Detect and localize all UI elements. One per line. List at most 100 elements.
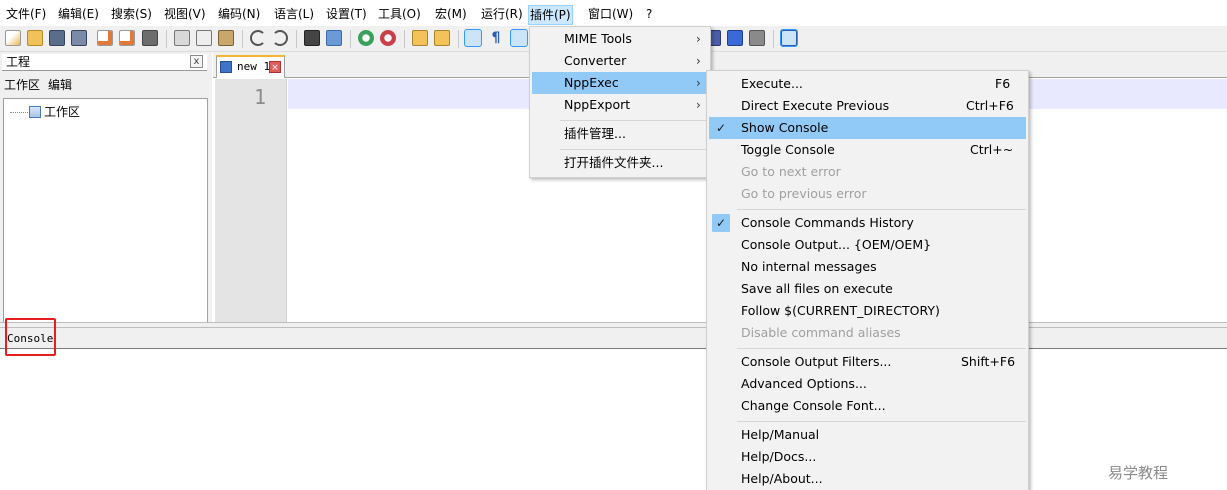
- workspace-icon: [29, 106, 41, 118]
- menu-item-shortcut: Ctrl+~: [970, 142, 1014, 157]
- project-panel-title-text: 工程: [6, 55, 31, 69]
- menu-item-label: Save all files on execute: [741, 281, 893, 296]
- menu-item-advanced-options[interactable]: Advanced Options...: [709, 373, 1026, 395]
- console-toggle-icon[interactable]: [780, 29, 798, 47]
- toolbar-separator: [404, 30, 405, 48]
- menu-item-label: MIME Tools: [564, 31, 632, 46]
- menu-item-go-to-previous-error: Go to previous error: [709, 183, 1026, 205]
- menu-item-label: Execute...: [741, 76, 803, 91]
- menu-item-show-console[interactable]: ✓ Show Console: [709, 117, 1026, 139]
- new-file-icon[interactable]: [5, 30, 21, 46]
- menu-settings[interactable]: 设置(T): [326, 4, 367, 24]
- paste-icon[interactable]: [218, 30, 234, 46]
- chevron-right-icon: ›: [696, 98, 701, 112]
- menu-item-help-about[interactable]: Help/About...: [709, 468, 1026, 490]
- print-icon[interactable]: [142, 30, 158, 46]
- menu-search[interactable]: 搜索(S): [111, 4, 152, 24]
- playback-icon[interactable]: [727, 30, 743, 46]
- menu-item-console-commands-history[interactable]: ✓ Console Commands History: [709, 212, 1026, 234]
- menu-tools[interactable]: 工具(O): [378, 4, 421, 24]
- menu-item-console-output[interactable]: Console Output... {OEM/OEM}: [709, 234, 1026, 256]
- menu-item-shortcut: Shift+F6: [961, 354, 1016, 369]
- menu-item-save-all-files[interactable]: Save all files on execute: [709, 278, 1026, 300]
- zoom-out-icon[interactable]: [380, 30, 396, 46]
- menu-bar: 文件(F) 编辑(E) 搜索(S) 视图(V) 编码(N) 语言(L) 设置(T…: [0, 0, 1227, 26]
- menu-item-label: No internal messages: [741, 259, 877, 274]
- menu-item-disable-command-aliases: Disable command aliases: [709, 322, 1026, 344]
- menu-item-label: NppExport: [564, 97, 631, 112]
- save-macro-icon[interactable]: [749, 30, 765, 46]
- menu-item-nppexport[interactable]: NppExport ›: [532, 94, 708, 116]
- menu-item-label: Change Console Font...: [741, 398, 886, 413]
- menu-item-label: NppExec: [564, 75, 619, 90]
- project-menu-workspace[interactable]: 工作区: [4, 77, 40, 93]
- menu-file[interactable]: 文件(F): [6, 4, 46, 24]
- redo-icon[interactable]: [272, 30, 288, 46]
- console-output[interactable]: [0, 350, 1227, 490]
- menu-item-toggle-console[interactable]: Toggle Console Ctrl+~: [709, 139, 1026, 161]
- toolbar-separator: [773, 30, 774, 48]
- menu-item-open-plugin-folder[interactable]: 打开插件文件夹...: [532, 152, 708, 174]
- menu-view[interactable]: 视图(V): [164, 4, 206, 24]
- menu-item-label: Help/Docs...: [741, 449, 817, 464]
- menu-item-label: 打开插件文件夹...: [564, 155, 664, 170]
- menu-edit[interactable]: 编辑(E): [58, 4, 99, 24]
- checkmark-icon: ✓: [712, 214, 730, 232]
- menu-run[interactable]: 运行(R): [481, 4, 523, 24]
- menu-item-label: Toggle Console: [741, 142, 835, 157]
- undo-icon[interactable]: [250, 30, 266, 46]
- sync-vertical-icon[interactable]: [412, 30, 428, 46]
- project-menu-edit[interactable]: 编辑: [48, 77, 72, 93]
- close-all-icon[interactable]: [119, 30, 135, 46]
- toolbar-separator: [296, 30, 297, 48]
- menu-item-label: 插件管理...: [564, 126, 626, 141]
- close-icon[interactable]: ×: [269, 61, 281, 73]
- menu-language[interactable]: 语言(L): [274, 4, 314, 24]
- toolbar-separator: [242, 30, 243, 48]
- close-icon[interactable]: x: [190, 55, 203, 68]
- pilcrow-icon[interactable]: ¶: [488, 30, 504, 46]
- menu-item-plugin-admin[interactable]: 插件管理...: [532, 123, 708, 145]
- cut-icon[interactable]: [174, 30, 190, 46]
- open-file-icon[interactable]: [27, 30, 43, 46]
- menu-item-converter[interactable]: Converter ›: [532, 50, 708, 72]
- menu-item-mime-tools[interactable]: MIME Tools ›: [532, 28, 708, 50]
- menu-macro[interactable]: 宏(M): [435, 4, 467, 24]
- menu-item-change-console-font[interactable]: Change Console Font...: [709, 395, 1026, 417]
- copy-icon[interactable]: [196, 30, 212, 46]
- menu-plugins[interactable]: 插件(P): [528, 5, 573, 25]
- menu-window[interactable]: 窗口(W): [588, 4, 633, 24]
- chevron-right-icon: ›: [696, 32, 701, 46]
- menu-item-nppexec[interactable]: NppExec ›: [532, 72, 708, 94]
- menu-item-direct-execute-previous[interactable]: Direct Execute Previous Ctrl+F6: [709, 95, 1026, 117]
- indent-guide-icon[interactable]: [510, 29, 528, 47]
- plugins-menu: MIME Tools › Converter › NppExec › NppEx…: [529, 26, 711, 178]
- zoom-in-icon[interactable]: [358, 30, 374, 46]
- tab-new-1[interactable]: new 1 ×: [216, 55, 285, 78]
- menu-item-label: Console Output... {OEM/OEM}: [741, 237, 932, 252]
- menu-encoding[interactable]: 编码(N): [218, 4, 260, 24]
- menu-item-shortcut: F6: [995, 76, 1011, 91]
- menu-item-follow-current-directory[interactable]: Follow $(CURRENT_DIRECTORY): [709, 300, 1026, 322]
- menu-item-help-manual[interactable]: Help/Manual: [709, 424, 1026, 446]
- menu-help[interactable]: ?: [646, 4, 652, 24]
- save-icon[interactable]: [49, 30, 65, 46]
- find-icon[interactable]: [304, 30, 320, 46]
- tree-item-workspace[interactable]: 工作区: [10, 104, 80, 120]
- word-wrap-icon[interactable]: [464, 29, 482, 47]
- sync-horizontal-icon[interactable]: [434, 30, 450, 46]
- menu-item-no-internal-messages[interactable]: No internal messages: [709, 256, 1026, 278]
- tree-connector: [10, 112, 28, 113]
- save-all-icon[interactable]: [71, 30, 87, 46]
- nppexec-submenu: Execute... F6 Direct Execute Previous Ct…: [706, 70, 1029, 490]
- replace-icon[interactable]: [326, 30, 342, 46]
- toolbar-separator: [458, 30, 459, 48]
- close-file-icon[interactable]: [97, 30, 113, 46]
- menu-item-console-output-filters[interactable]: Console Output Filters... Shift+F6: [709, 351, 1026, 373]
- menu-item-help-docs[interactable]: Help/Docs...: [709, 446, 1026, 468]
- save-icon: [220, 61, 232, 73]
- menu-item-execute[interactable]: Execute... F6: [709, 73, 1026, 95]
- watermark: 易学教程: [1108, 464, 1169, 482]
- menu-item-label: Show Console: [741, 120, 829, 135]
- console-title-bar: Console: [0, 328, 1227, 349]
